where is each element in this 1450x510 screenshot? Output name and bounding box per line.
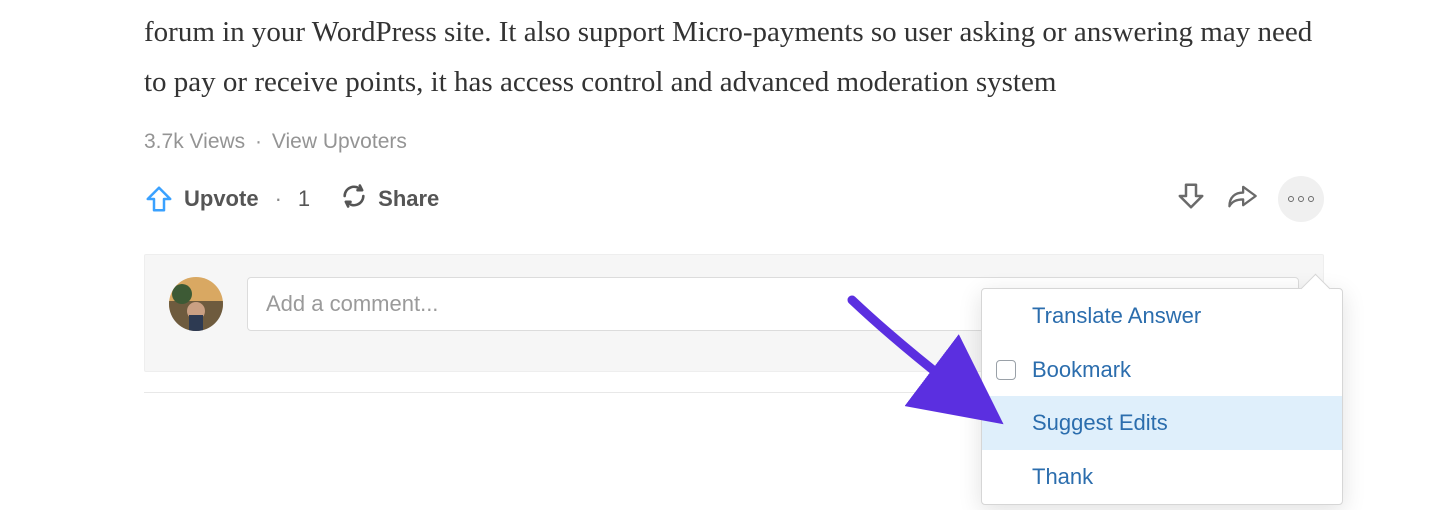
share-arrow-icon — [1226, 181, 1258, 217]
recycle-icon — [340, 182, 368, 216]
menu-item-bookmark[interactable]: Bookmark — [982, 343, 1342, 397]
answer-meta-row: 3.7k Views · View Upvoters — [144, 130, 1324, 154]
avatar[interactable] — [169, 277, 223, 331]
action-bar: Upvote · 1 Share — [144, 176, 1324, 222]
more-options-button[interactable] — [1278, 176, 1324, 222]
meta-separator: · — [255, 130, 262, 153]
menu-item-label: Suggest Edits — [1032, 410, 1168, 435]
downvote-icon — [1176, 181, 1206, 217]
upvote-icon — [144, 184, 174, 214]
downvote-button[interactable] — [1176, 181, 1206, 217]
menu-item-label: Bookmark — [1032, 357, 1131, 382]
checkbox-icon[interactable] — [996, 360, 1016, 380]
upvote-button[interactable]: Upvote · 1 — [144, 184, 310, 214]
upvote-count: 1 — [298, 186, 310, 212]
views-count: 3.7k Views — [144, 130, 245, 153]
share-arrow-button[interactable] — [1226, 181, 1258, 217]
ellipsis-icon — [1288, 196, 1314, 202]
share-label: Share — [378, 186, 439, 212]
upvote-separator: · — [275, 186, 282, 212]
upvote-label: Upvote — [184, 186, 259, 212]
share-button[interactable]: Share — [340, 182, 439, 216]
menu-item-label: Translate Answer — [1032, 303, 1201, 328]
view-upvoters-link[interactable]: View Upvoters — [272, 130, 407, 153]
menu-item-suggest-edits[interactable]: Suggest Edits — [982, 396, 1342, 450]
menu-item-translate-answer[interactable]: Translate Answer — [982, 289, 1342, 343]
menu-item-thank[interactable]: Thank — [982, 450, 1342, 504]
more-options-menu: Translate Answer Bookmark Suggest Edits … — [981, 288, 1343, 505]
answer-body-text: forum in your WordPress site. It also su… — [144, 8, 1324, 108]
menu-item-label: Thank — [1032, 464, 1093, 489]
